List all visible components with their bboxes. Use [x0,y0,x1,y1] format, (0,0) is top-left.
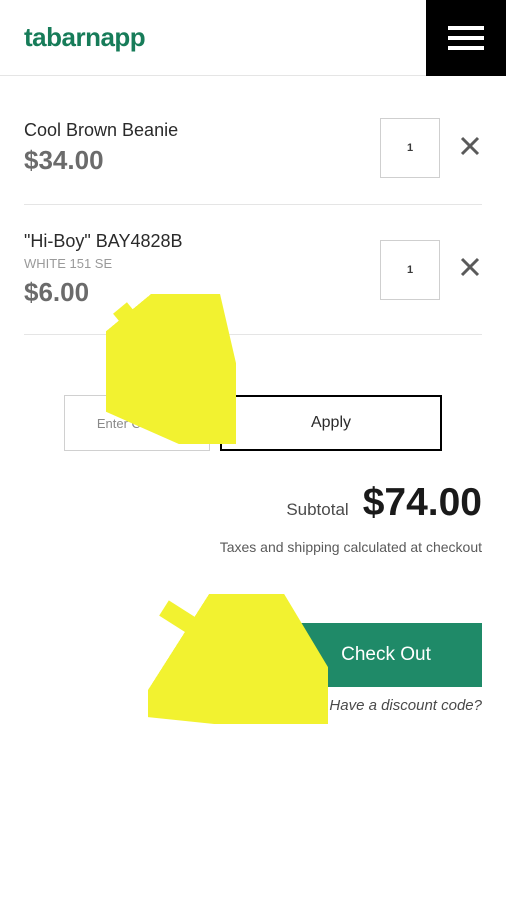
cart-item: "Hi-Boy" BAY4828B WHITE 151 SE $6.00 1 [24,205,482,335]
item-price: $6.00 [24,277,380,308]
header: tabarnapp [0,0,506,76]
checkout-actions: C Check Out [24,623,482,687]
item-variant: WHITE 151 SE [24,256,380,271]
tax-shipping-note: Taxes and shipping calculated at checkou… [24,539,482,555]
remove-item-button[interactable] [458,255,482,284]
subtotal-label: Subtotal [286,500,348,520]
refresh-cart-button[interactable]: C [204,624,266,686]
remove-item-button[interactable] [458,134,482,163]
hamburger-icon [448,24,484,52]
apply-button[interactable]: Apply [220,395,442,451]
item-name: "Hi-Boy" BAY4828B [24,231,380,252]
checkout-button[interactable]: Check Out [290,623,482,687]
item-name: Cool Brown Beanie [24,120,380,141]
quantity-input[interactable]: 1 [380,118,440,178]
item-info: Cool Brown Beanie $34.00 [24,120,380,176]
coupon-input[interactable] [64,395,210,451]
quantity-input[interactable]: 1 [380,240,440,300]
cart-container: Cool Brown Beanie $34.00 1 "Hi-Boy" BAY4… [0,76,506,714]
discount-code-link[interactable]: Have a discount code? [24,697,482,714]
subtotal-amount: $74.00 [363,481,482,525]
item-price: $34.00 [24,145,380,176]
coupon-row: Apply [24,335,482,475]
refresh-icon: C [222,634,248,676]
close-icon [458,134,482,158]
close-icon [458,255,482,279]
item-info: "Hi-Boy" BAY4828B WHITE 151 SE $6.00 [24,231,380,308]
cart-item: Cool Brown Beanie $34.00 1 [24,106,482,205]
logo[interactable]: tabarnapp [24,22,145,53]
menu-button[interactable] [426,0,506,76]
subtotal-row: Subtotal $74.00 [24,481,482,525]
